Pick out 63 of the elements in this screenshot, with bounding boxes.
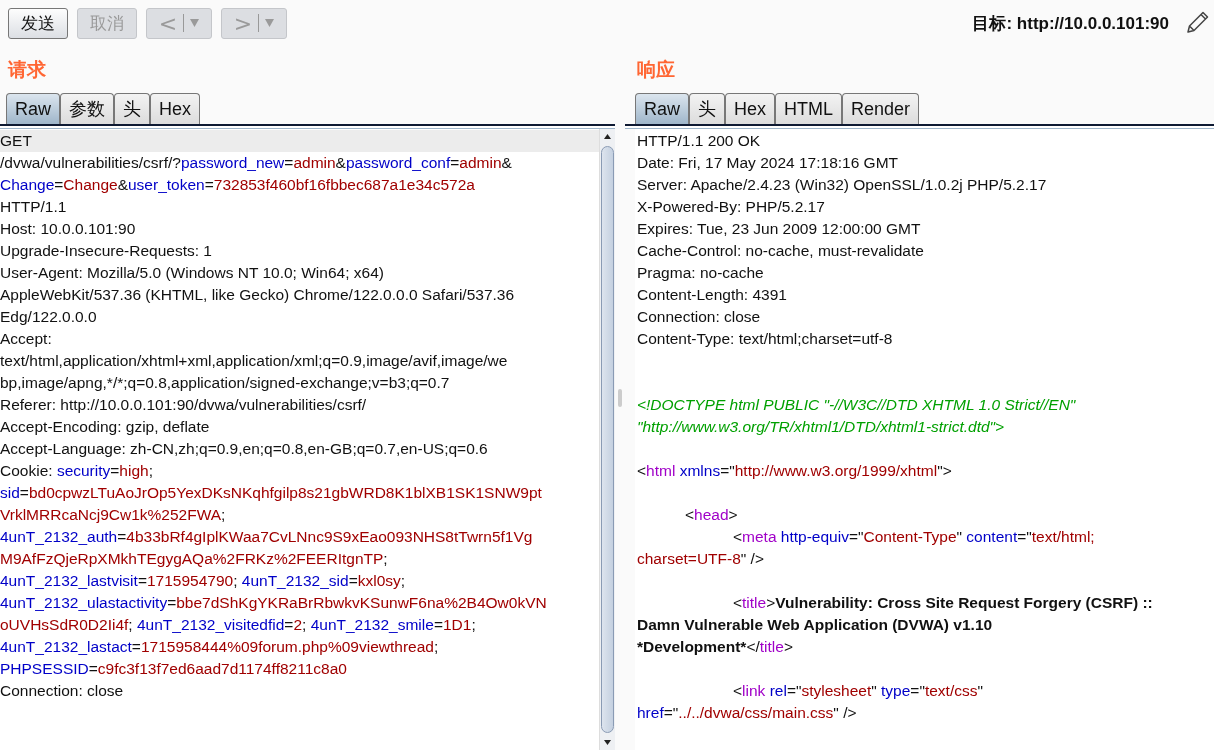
code-line: M9AfFzQjeRpXMkhTEgygAQa%2FRKz%2FEERItgnTP;	[0, 549, 389, 569]
editor-tab[interactable]: 头	[114, 93, 150, 124]
caret-icon	[265, 19, 275, 27]
code-line: Cookie: security=high;	[0, 461, 154, 481]
code-line: Accept:	[0, 329, 53, 349]
code-line: <link rel="stylesheet" type="text/css"	[732, 681, 984, 701]
code-line: text/html,application/xhtml+xml,application/xml;q=0.9,image/avif,image/we	[0, 351, 509, 371]
code-line: /dvwa/vulnerabilities/csrf/?password_new=admin&password_conf=admin&	[0, 153, 513, 173]
target-label: 目标: http://10.0.0.101:90	[972, 12, 1169, 35]
code-line: 4unT_2132_lastact=1715958444%09forum.php%09viewthread;	[0, 637, 440, 657]
code-line: Content-Length: 4391	[636, 285, 788, 305]
code-line: sid=bd0cpwzLTuAoJrOp5YexDKsNKqhfgilp8s21gbWRD8K1blXB1SK1SNW9pt	[0, 483, 543, 503]
code-line: Connection: close	[636, 307, 762, 327]
code-line: Accept-Language: zh-CN,zh;q=0.9,en;q=0.8,en-GB;q=0.7,en-US;q=0.6	[0, 439, 489, 459]
code-line: "http://www.w3.org/TR/xhtml1/DTD/xhtml1-strict.dtd">	[636, 417, 1006, 437]
toolbar-button[interactable]: 发送	[8, 7, 68, 39]
code-line: Referer: http://10.0.0.101:90/dvwa/vulnerabilities/csrf/	[0, 395, 368, 415]
response-heading: 响应	[636, 56, 676, 82]
code-line: <title>Vulnerability: Cross Site Request Forgery (CSRF) ::	[732, 593, 1154, 613]
pencil-icon[interactable]	[1184, 10, 1210, 36]
code-line: PHPSESSID=c9fc3f13f7ed6aad7d1174ff8211c8a0	[0, 659, 348, 679]
code-line: 4unT_2132_lastvisit=1715954790; 4unT_2132_sid=kxl0sy;	[0, 571, 407, 591]
code-line: <head>	[684, 505, 739, 525]
code-line: Content-Type: text/html;charset=utf-8	[636, 329, 894, 349]
editor-tab[interactable]: Hex	[725, 93, 776, 124]
code-line: charset=UTF-8" />	[636, 549, 765, 569]
code-line: Change=Change&user_token=732853f460bf16fbbec687a1e34c572a	[0, 175, 476, 195]
code-line: oUVHsSdR0D2Ii4f; 4unT_2132_visitedfid=2; 4unT_2132_smile=1D1;	[0, 615, 477, 635]
code-line: Expires: Tue, 23 Jun 2009 12:00:00 GMT	[636, 219, 922, 239]
code-line: User-Agent: Mozilla/5.0 (Windows NT 10.0; Win64; x64)	[0, 263, 385, 283]
code-line: HTTP/1.1 200 OK	[636, 131, 762, 151]
code-line: Accept-Encoding: gzip, deflate	[0, 417, 211, 437]
code-line: Upgrade-Insecure-Requests: 1	[0, 241, 213, 261]
code-line: Edg/122.0.0.0	[0, 307, 98, 327]
code-line: Pragma: no-cache	[636, 263, 765, 283]
editor-tab[interactable]: 头	[689, 93, 725, 124]
editor-tab[interactable]: Hex	[150, 93, 201, 124]
code-line: X-Powered-By: PHP/5.2.17	[636, 197, 826, 217]
editor-tab[interactable]: Raw	[6, 93, 60, 124]
code-line: 4unT_2132_ulastactivity=bbe7dShKgYKRaBrRbwkvKSunwF6na%2B4Ow0kVN	[0, 593, 548, 613]
code-line: HTTP/1.1	[0, 197, 68, 217]
editor-tab[interactable]: Render	[842, 93, 920, 124]
scrollbar[interactable]	[599, 129, 615, 750]
code-line: *Development*</title>	[636, 637, 794, 657]
code-line: Damn Vulnerable Web Application (DVWA) v1.10	[636, 615, 994, 635]
editor-tab[interactable]: 参数	[60, 93, 114, 124]
code-line: <!DOCTYPE html PUBLIC "-//W3C//DTD XHTML 1.0 Strict//EN"	[636, 395, 1077, 415]
code-line: Server: Apache/2.4.23 (Win32) OpenSSL/1.0.2j PHP/5.2.17	[636, 175, 1048, 195]
code-line: VrklMRRcaNcj9Cw1k%252FWA;	[0, 505, 227, 525]
code-line: AppleWebKit/537.36 (KHTML, like Gecko) Chrome/122.0.0.0 Safari/537.36	[0, 285, 516, 305]
caret-icon	[190, 19, 200, 27]
code-line: Connection: close	[0, 681, 125, 701]
code-line: 4unT_2132_auth=4b33bRf4gIplKWaa7CvLNnc9S9xEao093NHS8tTwrn5f1Vg	[0, 527, 534, 547]
code-line: href="../../dvwa/css/main.css" />	[636, 703, 858, 723]
editor-tab[interactable]: HTML	[775, 93, 843, 124]
request-heading: 请求	[6, 56, 47, 82]
code-line: Host: 10.0.0.101:90	[0, 219, 137, 239]
editor-tab[interactable]: Raw	[635, 93, 689, 124]
code-line: <html xmlns="http://www.w3.org/1999/xhtml">	[636, 461, 953, 481]
code-line: <meta http-equiv="Content-Type" content="text/html;	[732, 527, 1096, 547]
code-line: bp,image/apng,*/*;q=0.8,application/signed-exchange;v=b3;q=0.7	[0, 373, 451, 393]
code-line: Cache-Control: no-cache, must-revalidate	[636, 241, 925, 261]
code-line: Date: Fri, 17 May 2024 17:18:16 GMT	[636, 153, 900, 173]
